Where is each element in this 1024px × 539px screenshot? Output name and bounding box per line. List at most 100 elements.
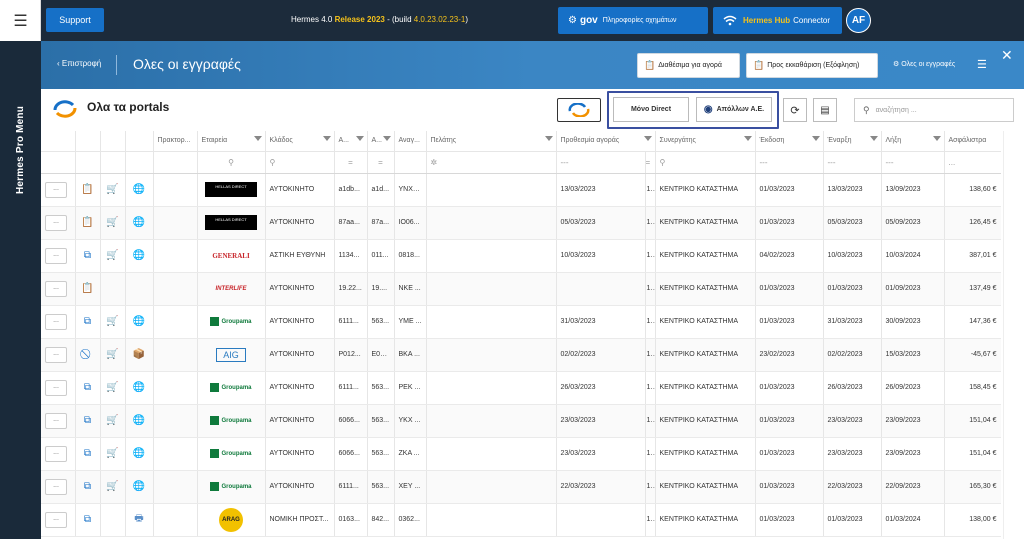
row-menu-button[interactable]: ... [45, 313, 67, 330]
col-end[interactable]: Λήξη [881, 131, 945, 152]
globe-icon[interactable]: 🌐 [125, 173, 154, 207]
table-row[interactable]: ... ⧉ 🛒 🌐 Groupama ΑΥΤΟΚΙΝΗΤΟ 6111... 563... PEK… [41, 371, 1001, 405]
branch-filter-search-icon[interactable]: ⚲ [265, 151, 335, 174]
col-anag[interactable]: Αναγ... [394, 131, 427, 152]
ban-icon[interactable]: ⃠ [75, 338, 101, 372]
cart-icon[interactable]: 🛒 [100, 239, 126, 273]
cart-icon[interactable]: 🛒 [100, 470, 126, 504]
table-row[interactable]: ... 📋 🛒 🌐 HELLAS DIRECT ΑΥΤΟΚΙΝΗΤΟ a1db... a1d.… [41, 173, 1001, 207]
client-filter-icon[interactable]: ✲ [426, 151, 557, 174]
globe-icon[interactable]: 🌐 [125, 239, 154, 273]
globe-icon[interactable]: 🌐 [125, 371, 154, 405]
col-start[interactable]: Έναρξη [823, 131, 882, 152]
row-menu-button[interactable]: ... [45, 445, 67, 462]
table-row[interactable]: ... ⧉ 🛒 🌐 Groupama ΑΥΤΟΚΙΝΗΤΟ 6111... 563... XEY… [41, 470, 1001, 504]
globe-icon[interactable]: 🌐 [125, 470, 154, 504]
hermes-hub-connector-button[interactable]: Hermes Hub Connector [713, 7, 842, 34]
filter-icon[interactable] [643, 136, 652, 141]
col-deadline[interactable]: Προθεσμία αγοράς [556, 131, 656, 152]
row-menu-button[interactable]: ... [45, 412, 67, 429]
col-client[interactable]: Πελάτης [426, 131, 557, 152]
available-for-purchase-button[interactable]: 📋 Διαθέσιμα για αγορά [637, 53, 740, 78]
partner-filter-search-icon[interactable]: ⚲ [655, 151, 756, 174]
hamburger-menu-icon[interactable]: ☰ [0, 0, 41, 41]
table-row[interactable]: ... ⧉ 🛒 🌐 Groupama ΑΥΤΟΚΙΝΗΤΟ 6066... 563... YKX… [41, 404, 1001, 438]
print-icon[interactable]: 🖶 [125, 503, 154, 537]
table-row[interactable]: ... ⧉ 🖶 ARAG ΝΟΜΙΚΗ ΠΡΟΣΤ... 0163... 842... 036… [41, 503, 1001, 537]
package-icon[interactable]: 📦 [125, 338, 154, 372]
portals-switch-button[interactable] [557, 98, 601, 122]
side-menu-band[interactable]: Hermes Pro Menu [0, 41, 41, 539]
row-menu-button[interactable]: ... [45, 214, 67, 231]
copy-icon[interactable]: ⧉ [75, 305, 101, 339]
copy-icon[interactable]: ⧉ [75, 503, 101, 537]
n-filter[interactable]: = [645, 151, 656, 174]
col-company[interactable]: Εταιρεία [197, 131, 266, 152]
table-row[interactable]: ... ⧉ 🛒 🌐 Groupama ΑΥΤΟΚΙΝΗΤΟ 6111... 563... YME… [41, 305, 1001, 339]
filter-icon[interactable] [382, 136, 391, 141]
table-row[interactable]: ... ⧉ 🛒 🌐 Groupama ΑΥΤΟΚΙΝΗΤΟ 6066... 563... ZKA… [41, 437, 1001, 471]
govgr-vehicle-info-button[interactable]: ⚙ gov Πληροφορίες οχημάτων [558, 7, 708, 34]
apollon-filter-button[interactable]: ◉ Απόλλων Α.Ε. [696, 97, 772, 122]
user-avatar[interactable]: AF [846, 8, 871, 33]
cart-icon[interactable]: 🛒 [100, 404, 126, 438]
close-icon[interactable]: ✕ [1001, 47, 1013, 64]
copy-icon[interactable]: ⧉ [75, 371, 101, 405]
table-row[interactable]: ... 📋 INTERLIFE ΑΥΤΟΚΙΝΗΤΟ 19.22... 19.... NKE… [41, 272, 1001, 306]
clipboard-icon[interactable]: 📋 [75, 272, 101, 306]
copy-icon[interactable]: ⧉ [75, 404, 101, 438]
row-menu-button[interactable]: ... [45, 511, 67, 528]
a2-filter[interactable]: = [367, 151, 395, 174]
list-view-icon[interactable]: ☰ [977, 58, 987, 71]
back-link[interactable]: ‹ Επιστροφή [57, 59, 101, 68]
a1-filter[interactable]: = [334, 151, 368, 174]
col-premium[interactable]: Ασφάλιστρα [944, 131, 1001, 152]
cart-icon[interactable]: 🛒 [100, 173, 126, 207]
clipboard-icon[interactable]: 📋 [75, 206, 101, 240]
side-menu-label[interactable]: Hermes Pro Menu [12, 85, 30, 215]
cart-icon[interactable]: 🛒 [100, 371, 126, 405]
all-records-filter[interactable]: ⚙ Ολες οι εγγραφές [893, 60, 955, 68]
table-row[interactable]: ... 📋 🛒 🌐 HELLAS DIRECT ΑΥΤΟΚΙΝΗΤΟ 87aa... 87a.… [41, 206, 1001, 240]
filter-icon[interactable] [253, 136, 262, 141]
support-button[interactable]: Support [46, 8, 104, 32]
start-filter[interactable]: --- [823, 151, 882, 174]
row-menu-button[interactable]: ... [45, 247, 67, 264]
column-chooser-button[interactable]: ▤ [813, 98, 837, 122]
end-filter[interactable]: --- [881, 151, 945, 174]
table-row[interactable]: ... ⧉ 🛒 🌐 GENERALI ΑΣΤΙΚΗ ΕΥΘΥΝΗ 1134... 011...… [41, 239, 1001, 273]
col-a2[interactable]: Α... [367, 131, 395, 152]
col-issue[interactable]: Έκδοση [755, 131, 824, 152]
row-menu-button[interactable]: ... [45, 478, 67, 495]
col-partner[interactable]: Συνεργάτης [655, 131, 756, 152]
row-menu-button[interactable]: ... [45, 379, 67, 396]
row-menu-button[interactable]: ... [45, 346, 67, 363]
clearance-button[interactable]: 📋 Προς εκκαθάριση (Εξόφληση) [746, 53, 878, 78]
col-praktor[interactable]: Πρακτορ... [153, 131, 198, 152]
copy-icon[interactable]: ⧉ [75, 239, 101, 273]
filter-icon[interactable] [869, 136, 878, 141]
clipboard-icon[interactable]: 📋 [75, 173, 101, 207]
filter-icon[interactable] [811, 136, 820, 141]
copy-icon[interactable]: ⧉ [75, 470, 101, 504]
deadline-filter[interactable]: --- [556, 151, 646, 174]
globe-icon[interactable]: 🌐 [125, 437, 154, 471]
issue-filter[interactable]: --- [755, 151, 824, 174]
copy-icon[interactable]: ⧉ [75, 437, 101, 471]
col-branch[interactable]: Κλάδος [265, 131, 335, 152]
filter-icon[interactable] [322, 136, 331, 141]
row-menu-button[interactable]: ... [45, 181, 67, 198]
vertical-scrollbar[interactable] [1003, 131, 1023, 539]
col-a1[interactable]: Α... [334, 131, 368, 152]
row-menu-button[interactable]: ... [45, 280, 67, 297]
cart-icon[interactable]: 🛒 [100, 437, 126, 471]
table-row[interactable]: ...⃠🛒📦 AIG ΑΥΤΟΚΙΝΗΤΟP012...E01...BKA ... 0… [41, 338, 1001, 372]
cart-warning-icon[interactable]: 🛒 [100, 338, 126, 372]
globe-icon[interactable]: 🌐 [125, 404, 154, 438]
filter-icon[interactable] [355, 136, 364, 141]
filter-icon[interactable] [932, 136, 941, 141]
globe-icon[interactable]: 🌐 [125, 305, 154, 339]
cart-icon[interactable]: 🛒 [100, 305, 126, 339]
refresh-button[interactable]: ⟳ [783, 98, 807, 122]
premium-filter[interactable]: ... [944, 151, 1001, 174]
